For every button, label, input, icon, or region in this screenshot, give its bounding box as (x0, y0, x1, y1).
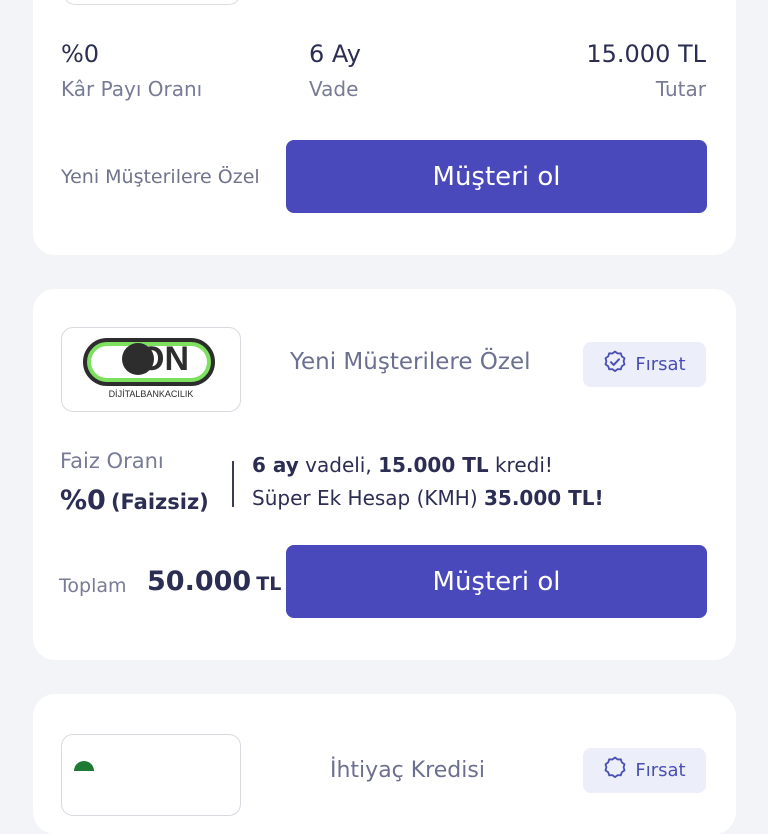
total-amount: 50.000 (147, 566, 252, 597)
opportunity-badge[interactable]: Fırsat (583, 342, 706, 387)
divider (232, 461, 234, 507)
opportunity-badge-label: Fırsat (635, 354, 686, 375)
loan-offer-card: İhtiyaç Kredisi Fırsat (33, 694, 736, 834)
profit-rate-label: Kâr Payı Oranı (61, 77, 203, 101)
offer-description-line1: 6 ay vadeli, 15.000 TL kredi! (252, 453, 553, 477)
become-customer-button[interactable]: Müşteri ol (286, 140, 707, 213)
loan-offer-card: ON DİJİTALBANKACILIK Yeni Müşterilere Öz… (33, 289, 736, 660)
on-dijital-logo: ON DİJİTALBANKACILIK (61, 327, 241, 412)
verified-badge-icon (603, 350, 627, 379)
loan-type-title: İhtiyaç Kredisi (330, 758, 485, 783)
become-customer-button[interactable]: Müşteri ol (286, 545, 707, 618)
interest-rate-number: %0 (60, 485, 106, 516)
leaf-icon (74, 761, 94, 771)
logo-caption: DİJİTALBANKACILIK (108, 389, 194, 399)
bank-logo (61, 734, 241, 816)
total-value: 50.000 TL (147, 566, 281, 597)
logo-text: ON (138, 340, 189, 378)
interest-rate-value: %0 (Faizsiz) (60, 485, 209, 516)
new-customers-label: Yeni Müşterilere Özel (61, 166, 260, 188)
verified-badge-icon (603, 756, 627, 785)
offer-description-line2: Süper Ek Hesap (KMH) 35.000 TL! (252, 486, 604, 510)
new-customers-label: Yeni Müşterilere Özel (290, 349, 531, 375)
profit-rate-value: %0 (61, 40, 100, 68)
opportunity-badge-label: Fırsat (635, 760, 686, 781)
loan-offer-card: %0 Kâr Payı Oranı 6 Ay Vade 15.000 TL Tu… (33, 0, 736, 255)
total-label: Toplam (59, 575, 127, 597)
interest-rate-qualifier: (Faizsiz) (110, 490, 209, 514)
amount-label: Tutar (655, 77, 706, 101)
interest-rate-label: Faiz Oranı (60, 449, 164, 473)
total-currency: TL (256, 573, 282, 595)
amount-value: 15.000 TL (586, 40, 706, 68)
term-value: 6 Ay (309, 40, 361, 68)
bank-logo (63, 0, 241, 5)
opportunity-badge[interactable]: Fırsat (583, 748, 706, 793)
term-label: Vade (309, 77, 359, 101)
